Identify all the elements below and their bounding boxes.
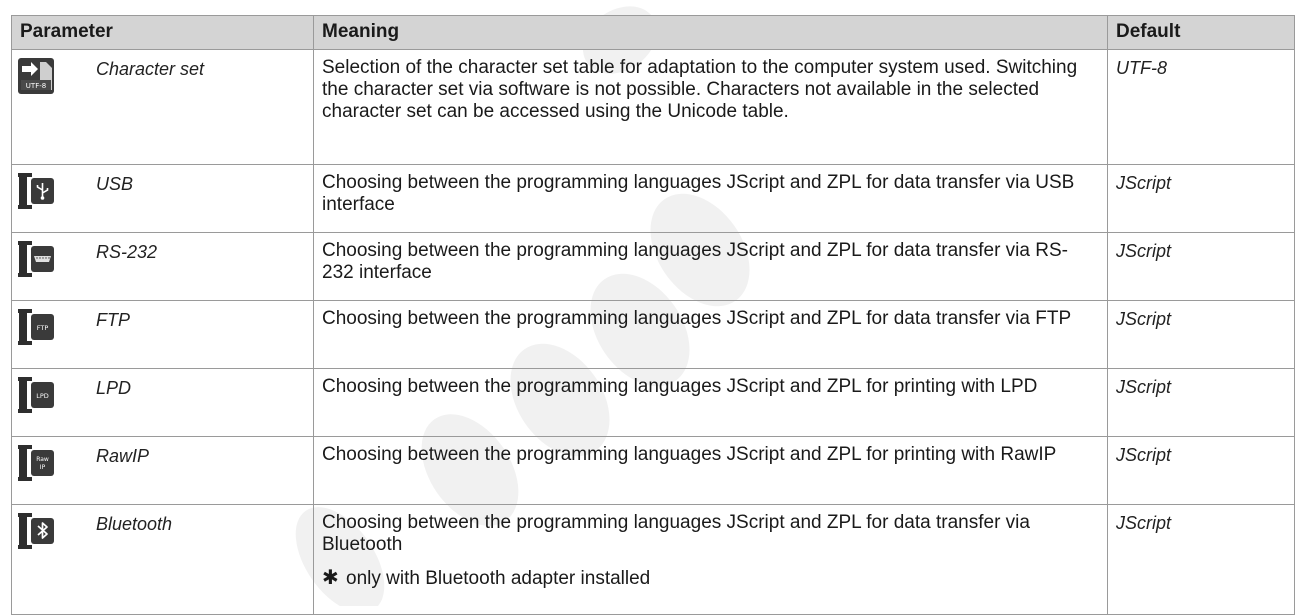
header-parameter: Parameter	[11, 15, 314, 50]
usb-interface-icon	[18, 173, 54, 209]
parameter-cell: Bluetooth	[11, 504, 314, 615]
parameter-cell: FTP FTP	[11, 300, 314, 369]
default-cell: JScript	[1107, 504, 1295, 615]
table-row: LPD LPD Choosing between the programming…	[11, 368, 1295, 437]
parameter-name: RS-232	[96, 242, 158, 262]
table-row: USB Choosing between the programming lan…	[11, 164, 1295, 233]
parameter-cell: LPD LPD	[11, 368, 314, 437]
meaning-cell: Choosing between the programming languag…	[313, 504, 1108, 615]
parameter-name: FTP	[96, 310, 130, 330]
rs232-interface-icon	[18, 241, 54, 277]
parameter-cell: RS-232	[11, 232, 314, 301]
parameter-name: Character set	[96, 59, 205, 79]
parameter-name: USB	[96, 174, 134, 194]
svg-text:UTF-8: UTF-8	[26, 82, 46, 90]
lpd-interface-icon: LPD	[18, 377, 54, 413]
parameter-name: Bluetooth	[96, 514, 173, 534]
parameter-cell: UTF-8 Character set	[11, 49, 314, 165]
meaning-cell: Choosing between the programming languag…	[313, 300, 1108, 369]
header-meaning: Meaning	[313, 15, 1108, 50]
rawip-interface-icon: Raw IP	[18, 445, 54, 481]
default-cell: JScript	[1107, 164, 1295, 233]
table-row: FTP FTP Choosing between the programming…	[11, 300, 1295, 369]
table-row: RS-232 Choosing between the programming …	[11, 232, 1295, 301]
footnote-text: only with Bluetooth adapter installed	[346, 568, 651, 589]
meaning-cell: Choosing between the programming languag…	[313, 436, 1108, 505]
parameter-name: RawIP	[96, 446, 150, 466]
parameter-cell: Raw IP RawIP	[11, 436, 314, 505]
parameter-name: LPD	[96, 378, 132, 398]
svg-text:Raw: Raw	[36, 456, 49, 463]
table-row: Bluetooth Choosing between the programmi…	[11, 504, 1295, 615]
meaning-cell: Selection of the character set table for…	[313, 49, 1108, 165]
meaning-cell: Choosing between the programming languag…	[313, 368, 1108, 437]
table-header-row: Parameter Meaning Default	[11, 15, 1295, 50]
svg-text:FTP: FTP	[37, 324, 49, 332]
asterisk-icon: ✱	[322, 567, 339, 589]
character-set-utf8-icon: UTF-8	[18, 58, 54, 94]
default-cell: JScript	[1107, 368, 1295, 437]
meaning-cell: Choosing between the programming languag…	[313, 232, 1108, 301]
meaning-cell: Choosing between the programming languag…	[313, 164, 1108, 233]
bluetooth-interface-icon	[18, 513, 54, 549]
parameter-cell: USB	[11, 164, 314, 233]
default-cell: UTF-8	[1107, 49, 1295, 165]
table-row: UTF-8 Character set Selection of the cha…	[11, 49, 1295, 165]
default-cell: JScript	[1107, 300, 1295, 369]
ftp-interface-icon: FTP	[18, 309, 54, 345]
footnote: ✱ only with Bluetooth adapter installed	[322, 567, 1099, 590]
parameter-table: Parameter Meaning Default UTF-8 Characte…	[11, 15, 1295, 615]
header-default: Default	[1107, 15, 1295, 50]
svg-text:LPD: LPD	[36, 392, 49, 400]
svg-text:IP: IP	[40, 464, 46, 471]
table-row: Raw IP RawIP Choosing between the progra…	[11, 436, 1295, 505]
default-cell: JScript	[1107, 232, 1295, 301]
default-cell: JScript	[1107, 436, 1295, 505]
meaning-text: Choosing between the programming languag…	[322, 512, 1030, 555]
